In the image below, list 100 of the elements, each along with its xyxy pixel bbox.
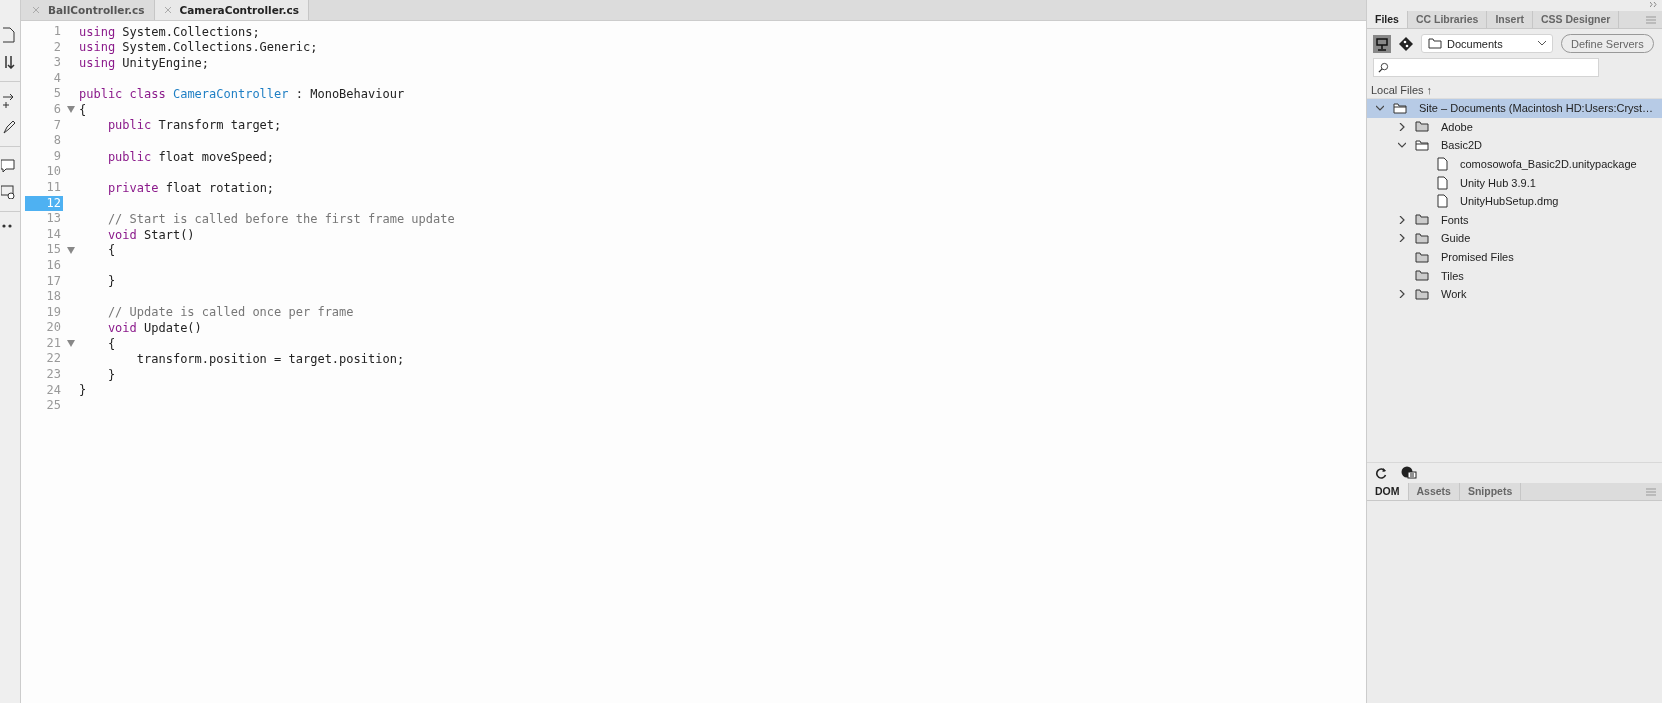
code-line: } xyxy=(106,274,116,289)
chevron-icon[interactable] xyxy=(1398,215,1406,224)
tree-item[interactable]: Promised Files xyxy=(1367,247,1662,267)
line-number: 14 xyxy=(45,226,62,243)
code-line: { xyxy=(106,336,116,351)
line-number: 5 xyxy=(52,86,62,102)
line-number: 9 xyxy=(52,148,62,165)
tree-item[interactable]: Basic2D xyxy=(1367,136,1662,155)
line-number: 25 xyxy=(45,398,62,414)
code-line: } xyxy=(106,367,116,382)
comment-icon[interactable] xyxy=(1,159,15,173)
code-line: { xyxy=(78,102,87,117)
fold-icon[interactable] xyxy=(66,106,75,114)
folder-icon xyxy=(1415,270,1429,282)
panel-tab[interactable]: Assets xyxy=(1408,483,1460,500)
line-number: 10 xyxy=(45,164,62,180)
code-line: using UnityEngine; xyxy=(78,56,210,70)
panel-tab[interactable]: CSS Designer xyxy=(1532,11,1620,28)
code-line: { xyxy=(106,243,116,258)
fold-icon[interactable] xyxy=(66,246,75,254)
code-line: void Update() xyxy=(106,321,202,336)
line-number: 1 xyxy=(52,24,62,40)
folder-icon xyxy=(1428,38,1442,49)
chevron-icon[interactable] xyxy=(1376,104,1384,113)
folder-icon xyxy=(1393,102,1407,114)
folder-icon xyxy=(1415,288,1429,300)
line-number: 6 xyxy=(52,101,62,118)
fold-icon[interactable] xyxy=(66,340,75,348)
tree-item[interactable]: Fonts xyxy=(1367,210,1662,230)
code-line: public class CameraController : MonoBehaviour xyxy=(78,87,405,102)
line-number: 12 xyxy=(25,195,63,212)
chevron-icon[interactable] xyxy=(1398,290,1406,299)
folder-icon xyxy=(1415,251,1429,263)
code-line: } xyxy=(78,383,87,398)
line-number: 19 xyxy=(45,304,62,321)
line-number: 11 xyxy=(45,179,62,196)
sort-arrows-icon[interactable] xyxy=(3,55,15,69)
code-line: transform.position = target.position; xyxy=(135,352,405,367)
collapse-icon[interactable] xyxy=(1650,2,1658,7)
arrow-icon[interactable] xyxy=(3,94,15,108)
line-number: 15 xyxy=(45,242,62,258)
file-icon xyxy=(1437,157,1448,172)
line-number: 8 xyxy=(52,133,62,149)
line-number: 22 xyxy=(45,351,62,368)
file-tab[interactable]: CameraController.cs xyxy=(154,0,309,20)
chevron-icon[interactable] xyxy=(1398,141,1406,150)
line-number: 24 xyxy=(45,382,62,399)
tree-item[interactable]: Tiles xyxy=(1367,266,1662,285)
line-number: 3 xyxy=(52,55,62,71)
code-line: private float rotation; xyxy=(106,180,275,195)
chevron-icon xyxy=(1538,41,1546,46)
tree-item[interactable]: Site – Documents (Macintosh HD:Users:Cryst… xyxy=(1367,99,1662,118)
server-icon[interactable] xyxy=(1373,34,1391,53)
file-icon xyxy=(1437,194,1448,209)
code-line: void Start() xyxy=(106,227,195,242)
line-number: 21 xyxy=(45,335,62,352)
pen-icon[interactable] xyxy=(3,120,15,134)
chevron-icon[interactable] xyxy=(1398,234,1406,243)
tree-item[interactable]: Work xyxy=(1367,284,1662,304)
code-line: // Start is called before the first frame update xyxy=(106,211,455,226)
file-icon xyxy=(1437,175,1448,190)
sort-arrow[interactable]: ↑ xyxy=(1426,84,1433,96)
code-line: using System.Collections.Generic; xyxy=(78,40,318,55)
panel-tab[interactable]: Snippets xyxy=(1459,483,1522,500)
code-line: using System.Collections; xyxy=(78,24,260,39)
search-icon xyxy=(1378,62,1389,73)
line-number: 20 xyxy=(45,320,62,336)
panel-tab[interactable]: Insert xyxy=(1487,11,1533,28)
line-number: 4 xyxy=(52,70,62,87)
tree-item[interactable]: UnityHubSetup.dmg xyxy=(1367,191,1662,211)
git-icon[interactable] xyxy=(1399,36,1413,51)
globe-chat-icon[interactable] xyxy=(1401,466,1417,480)
local-files-label: Local Files xyxy=(1371,84,1424,96)
define-servers-button[interactable]: Define Servers xyxy=(1561,34,1654,53)
code-line: public float moveSpeed; xyxy=(106,149,275,164)
panel-tab[interactable]: DOM xyxy=(1367,483,1409,500)
document-icon[interactable] xyxy=(3,27,15,43)
tree-item[interactable]: Unity Hub 3.9.1 xyxy=(1367,173,1662,192)
search-field[interactable] xyxy=(1373,58,1599,77)
line-number: 16 xyxy=(45,257,62,274)
code-line: public Transform target; xyxy=(106,118,282,133)
tree-item[interactable]: Guide xyxy=(1367,229,1662,248)
line-number: 23 xyxy=(45,367,62,383)
folder-icon xyxy=(1415,140,1429,151)
line-number: 18 xyxy=(45,289,62,305)
tree-item[interactable]: comosowofa_Basic2D.unitypackage xyxy=(1367,154,1662,174)
line-number: 17 xyxy=(45,273,62,290)
file-tab[interactable]: BallController.cs xyxy=(23,0,155,20)
code-line: // Update is called once per frame xyxy=(106,305,354,320)
line-number: 2 xyxy=(52,39,62,56)
folder-icon xyxy=(1415,232,1429,244)
site-dropdown[interactable]: Documents xyxy=(1421,34,1553,53)
refresh-icon[interactable] xyxy=(1375,467,1387,479)
panel-tab[interactable]: CC Libraries xyxy=(1407,11,1488,28)
folder-icon xyxy=(1415,121,1429,133)
line-number: 13 xyxy=(45,211,62,227)
tree-item[interactable]: Adobe xyxy=(1367,117,1662,137)
line-number: 7 xyxy=(52,117,62,134)
panel-tab[interactable]: Files xyxy=(1367,11,1408,28)
chevron-icon[interactable] xyxy=(1398,122,1406,131)
